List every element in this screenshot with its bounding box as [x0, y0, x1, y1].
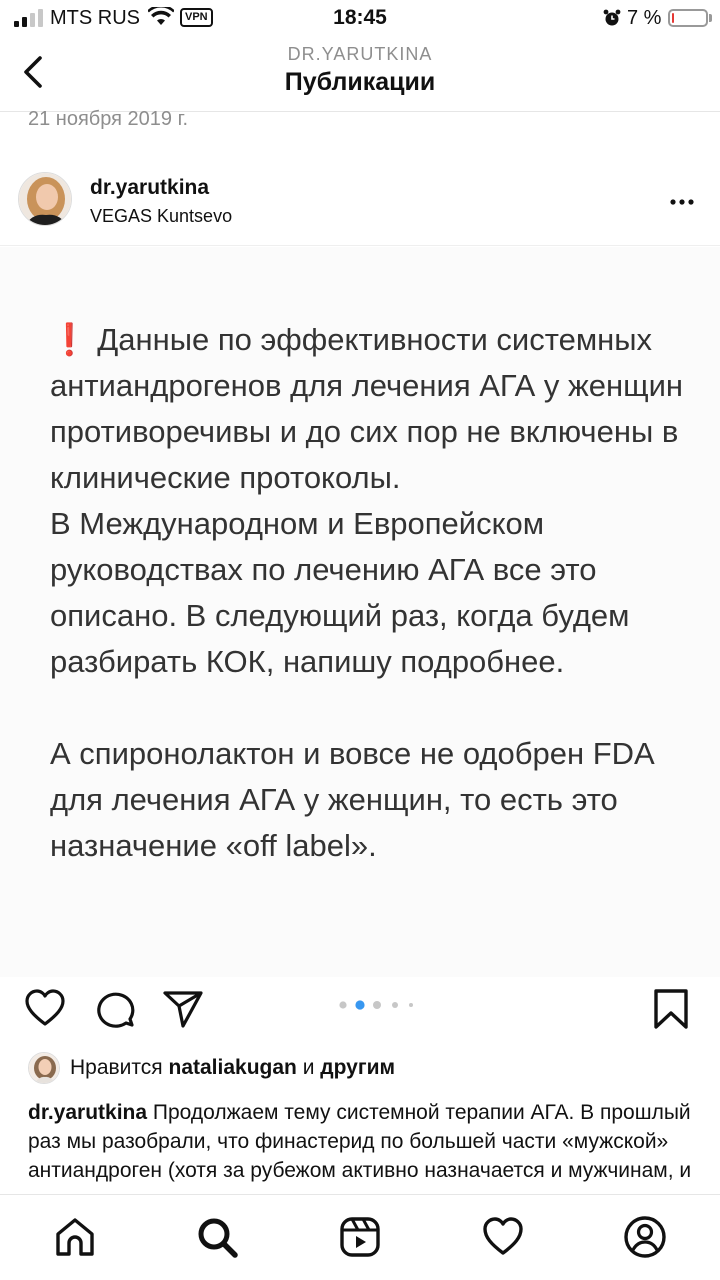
image-paragraph-2: В Международном и Европейском руководств…	[50, 506, 630, 679]
avatar-photo	[19, 173, 71, 225]
image-paragraph-1: ❗ Данные по эффективности системных анти…	[50, 317, 690, 501]
battery-percentage: 7 %	[627, 7, 662, 29]
post-caption: dr.yarutkina Продолжаем тему системной т…	[28, 1098, 698, 1194]
post-location[interactable]: VEGAS Kuntsevo	[90, 206, 232, 227]
image-paragraph-1-text: Данные по эффективности системных антиан…	[50, 322, 684, 495]
bottom-tab-bar	[0, 1194, 720, 1280]
battery-icon	[668, 9, 708, 27]
likes-others-link[interactable]: другим	[320, 1056, 395, 1079]
likes-row: Нравится nataliakugan и другим	[0, 1050, 720, 1086]
heart-icon[interactable]	[24, 988, 66, 1030]
caption-username[interactable]: dr.yarutkina	[28, 1101, 147, 1124]
previous-post-date: 21 ноября 2019 г.	[28, 108, 188, 130]
status-bar: MTS RUS VPN 18:45 7 %	[0, 0, 720, 36]
search-icon[interactable]	[195, 1215, 239, 1259]
reels-icon[interactable]	[338, 1215, 382, 1259]
battery-level	[672, 13, 674, 23]
liker-avatar[interactable]	[28, 1052, 60, 1084]
carousel-dot-active	[355, 1000, 365, 1010]
more-horizontal-icon[interactable]	[664, 190, 700, 214]
page-title: Публикации	[284, 68, 436, 96]
post-header: dr.yarutkina VEGAS Kuntsevo	[0, 160, 720, 246]
post-username[interactable]: dr.yarutkina	[90, 176, 209, 200]
likes-conjunction: и	[296, 1056, 321, 1079]
home-icon[interactable]	[53, 1215, 97, 1259]
liker-username[interactable]: nataliakugan	[169, 1056, 297, 1079]
battery-cap	[709, 14, 712, 22]
exclamation-icon: ❗	[50, 322, 89, 357]
avatar[interactable]	[18, 172, 72, 226]
carousel-indicator	[339, 1000, 413, 1010]
image-paragraph-3: А спиронолактон и вовсе не одобрен FDA д…	[50, 736, 654, 863]
send-icon[interactable]	[162, 988, 204, 1030]
bookmark-icon[interactable]	[650, 988, 692, 1030]
likes-summary[interactable]: Нравится nataliakugan и другим	[70, 1056, 395, 1080]
post-actions	[0, 980, 720, 1036]
profile-username-subtitle: DR.YARUTKINA	[287, 44, 433, 64]
comment-icon[interactable]	[95, 988, 137, 1030]
liker-avatar-photo	[29, 1053, 59, 1083]
alarm-icon	[603, 9, 621, 26]
post-image-text: ❗ Данные по эффективности системных анти…	[50, 317, 690, 869]
top-navigation: DR.YARUTKINA Публикации	[0, 36, 720, 112]
post-image[interactable]: ❗ Данные по эффективности системных анти…	[0, 247, 720, 977]
likes-prefix: Нравится	[70, 1056, 169, 1079]
profile-icon[interactable]	[623, 1215, 667, 1259]
carousel-dot	[409, 1003, 413, 1007]
carousel-dot	[373, 1001, 381, 1009]
carousel-dot	[339, 1001, 347, 1009]
activity-heart-icon[interactable]	[481, 1215, 525, 1259]
carousel-dot	[392, 1002, 398, 1008]
